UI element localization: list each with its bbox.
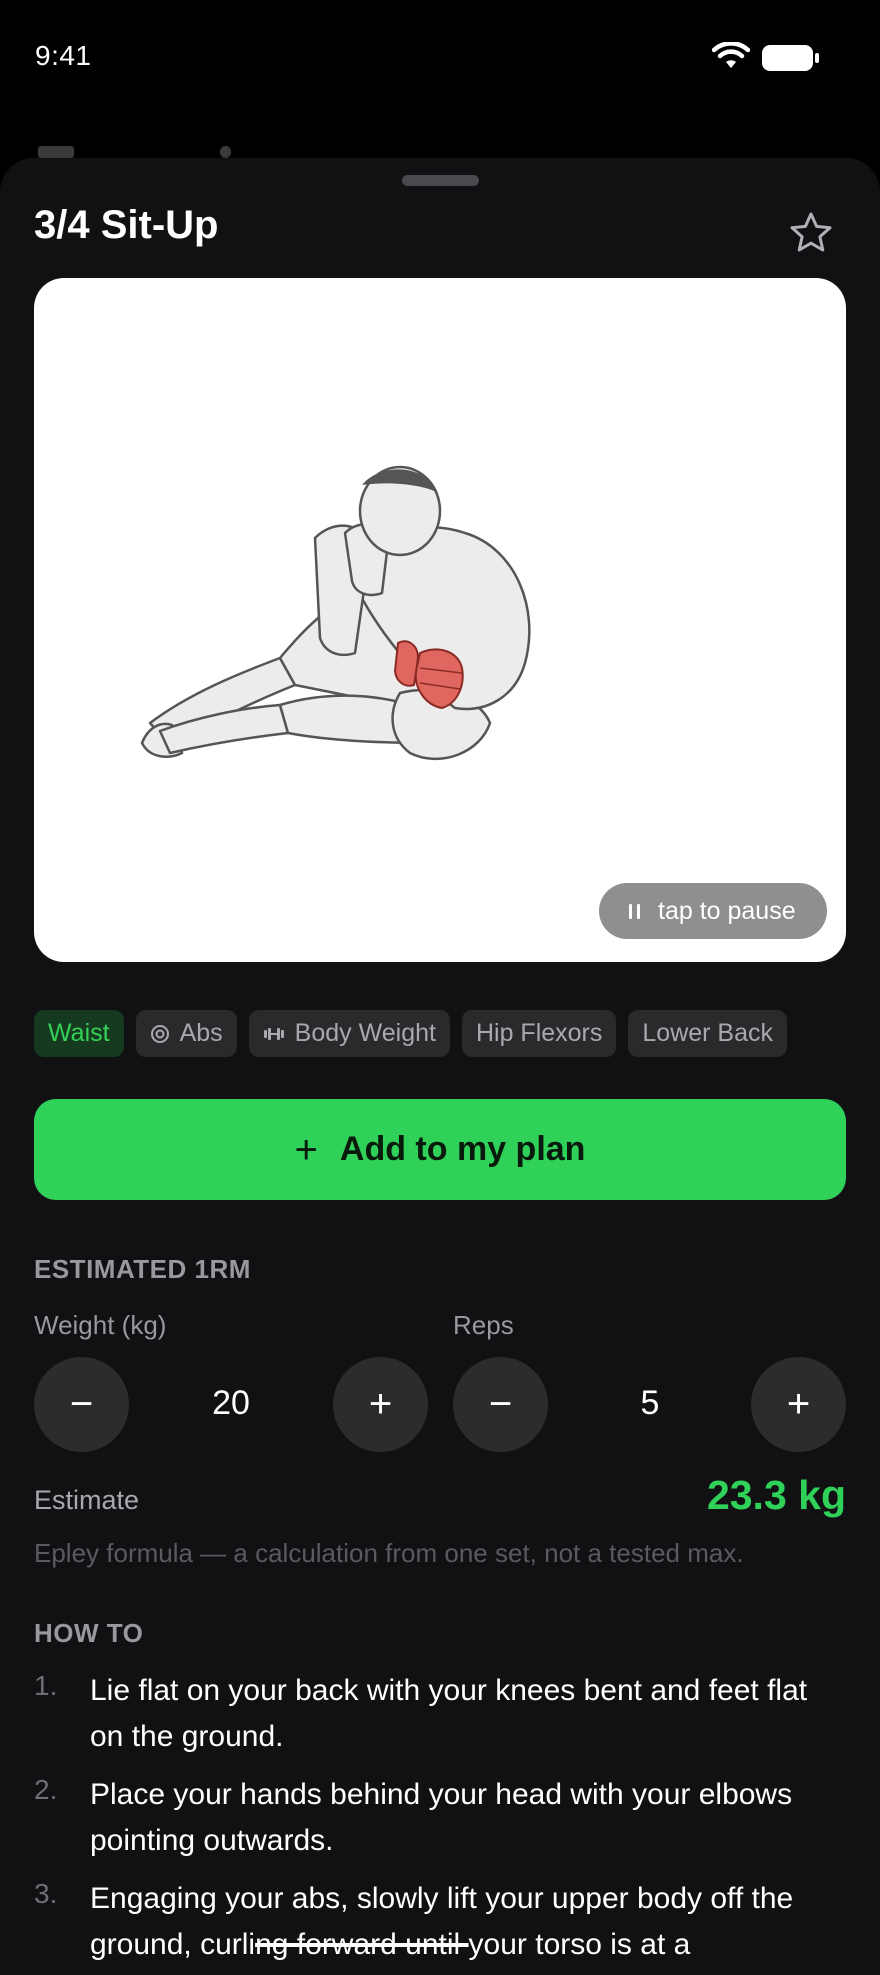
tag-lower-back[interactable]: Lower Back — [628, 1010, 788, 1057]
step-text: Place your hands behind your head with y… — [90, 1778, 793, 1857]
pause-label: tap to pause — [658, 896, 796, 925]
list-item: 1. Lie flat on your back with your knees… — [34, 1668, 846, 1760]
add-to-plan-button[interactable]: + Add to my plan — [34, 1099, 846, 1200]
reps-value: 5 — [640, 1384, 660, 1422]
how-to-steps: 1. Lie flat on your back with your knees… — [34, 1668, 846, 1975]
plus-icon: + — [294, 1127, 318, 1172]
weight-decrement-button[interactable]: − — [34, 1357, 129, 1452]
underlying-screen-peek — [38, 146, 74, 158]
favorite-star-icon[interactable] — [788, 210, 834, 256]
step-text-struck: ng forward until — [255, 1928, 469, 1961]
tag-label: Hip Flexors — [475, 1019, 603, 1047]
step-text-part: your torso is at a — [468, 1928, 691, 1961]
reps-decrement-button[interactable]: − — [453, 1357, 548, 1452]
tag-label: Body Weight — [294, 1019, 436, 1047]
weight-increment-button[interactable]: + — [333, 1357, 428, 1452]
battery-icon — [762, 45, 819, 71]
one-rm-heading: ESTIMATED 1RM — [34, 1254, 251, 1284]
step-number: 3. — [34, 1878, 58, 1909]
wifi-icon — [712, 42, 750, 68]
exercise-title: 3/4 Sit-Up — [34, 203, 219, 247]
estimate-value: 23.3 kg — [706, 1472, 846, 1518]
add-to-plan-label: Add to my plan — [339, 1130, 586, 1168]
tag-label: Lower Back — [642, 1019, 774, 1047]
tag-body-weight[interactable]: Body Weight — [248, 1010, 450, 1057]
target-icon — [150, 1024, 170, 1044]
tag-label: Abs — [179, 1019, 223, 1047]
weight-value: 20 — [212, 1384, 250, 1422]
how-to-heading: HOW TO — [34, 1618, 144, 1648]
exercise-animation[interactable]: tap to pause — [34, 278, 846, 962]
pause-icon — [629, 903, 640, 919]
pause-animation-button[interactable]: tap to pause — [599, 883, 827, 939]
step-text: Engaging your abs, slowly lift your uppe… — [90, 1876, 846, 1968]
tag-abs[interactable]: Abs — [135, 1010, 237, 1057]
sheet-grabber[interactable] — [402, 175, 479, 186]
list-item: 3. Engaging your abs, slowly lift your u… — [34, 1876, 846, 1968]
underlying-screen-peek-dot — [220, 146, 231, 158]
tag-hip-flexors[interactable]: Hip Flexors — [461, 1010, 617, 1057]
step-text: Lie flat on your back with your knees be… — [90, 1674, 808, 1753]
weight-label: Weight (kg) — [34, 1310, 167, 1340]
tag-label: Waist — [48, 1019, 110, 1047]
status-bar: 9:41 — [0, 0, 880, 110]
dumbbell-icon — [263, 1027, 285, 1041]
estimate-note: Epley formula — a calculation from one s… — [34, 1538, 744, 1568]
list-item: 2. Place your hands behind your head wit… — [34, 1772, 846, 1864]
reps-label: Reps — [453, 1310, 514, 1340]
sit-up-illustration — [140, 465, 531, 761]
step-number: 2. — [34, 1774, 58, 1805]
exercise-detail-sheet: 3/4 Sit-Up tap to pause Waist Abs Body W… — [0, 158, 880, 1975]
tag-waist[interactable]: Waist — [34, 1010, 124, 1057]
status-time: 9:41 — [35, 40, 92, 71]
estimate-label: Estimate — [34, 1485, 140, 1515]
step-number: 1. — [34, 1670, 58, 1701]
muscle-tags: Waist Abs Body Weight Hip Flexors Lower … — [34, 1010, 788, 1057]
reps-increment-button[interactable]: + — [751, 1357, 846, 1452]
